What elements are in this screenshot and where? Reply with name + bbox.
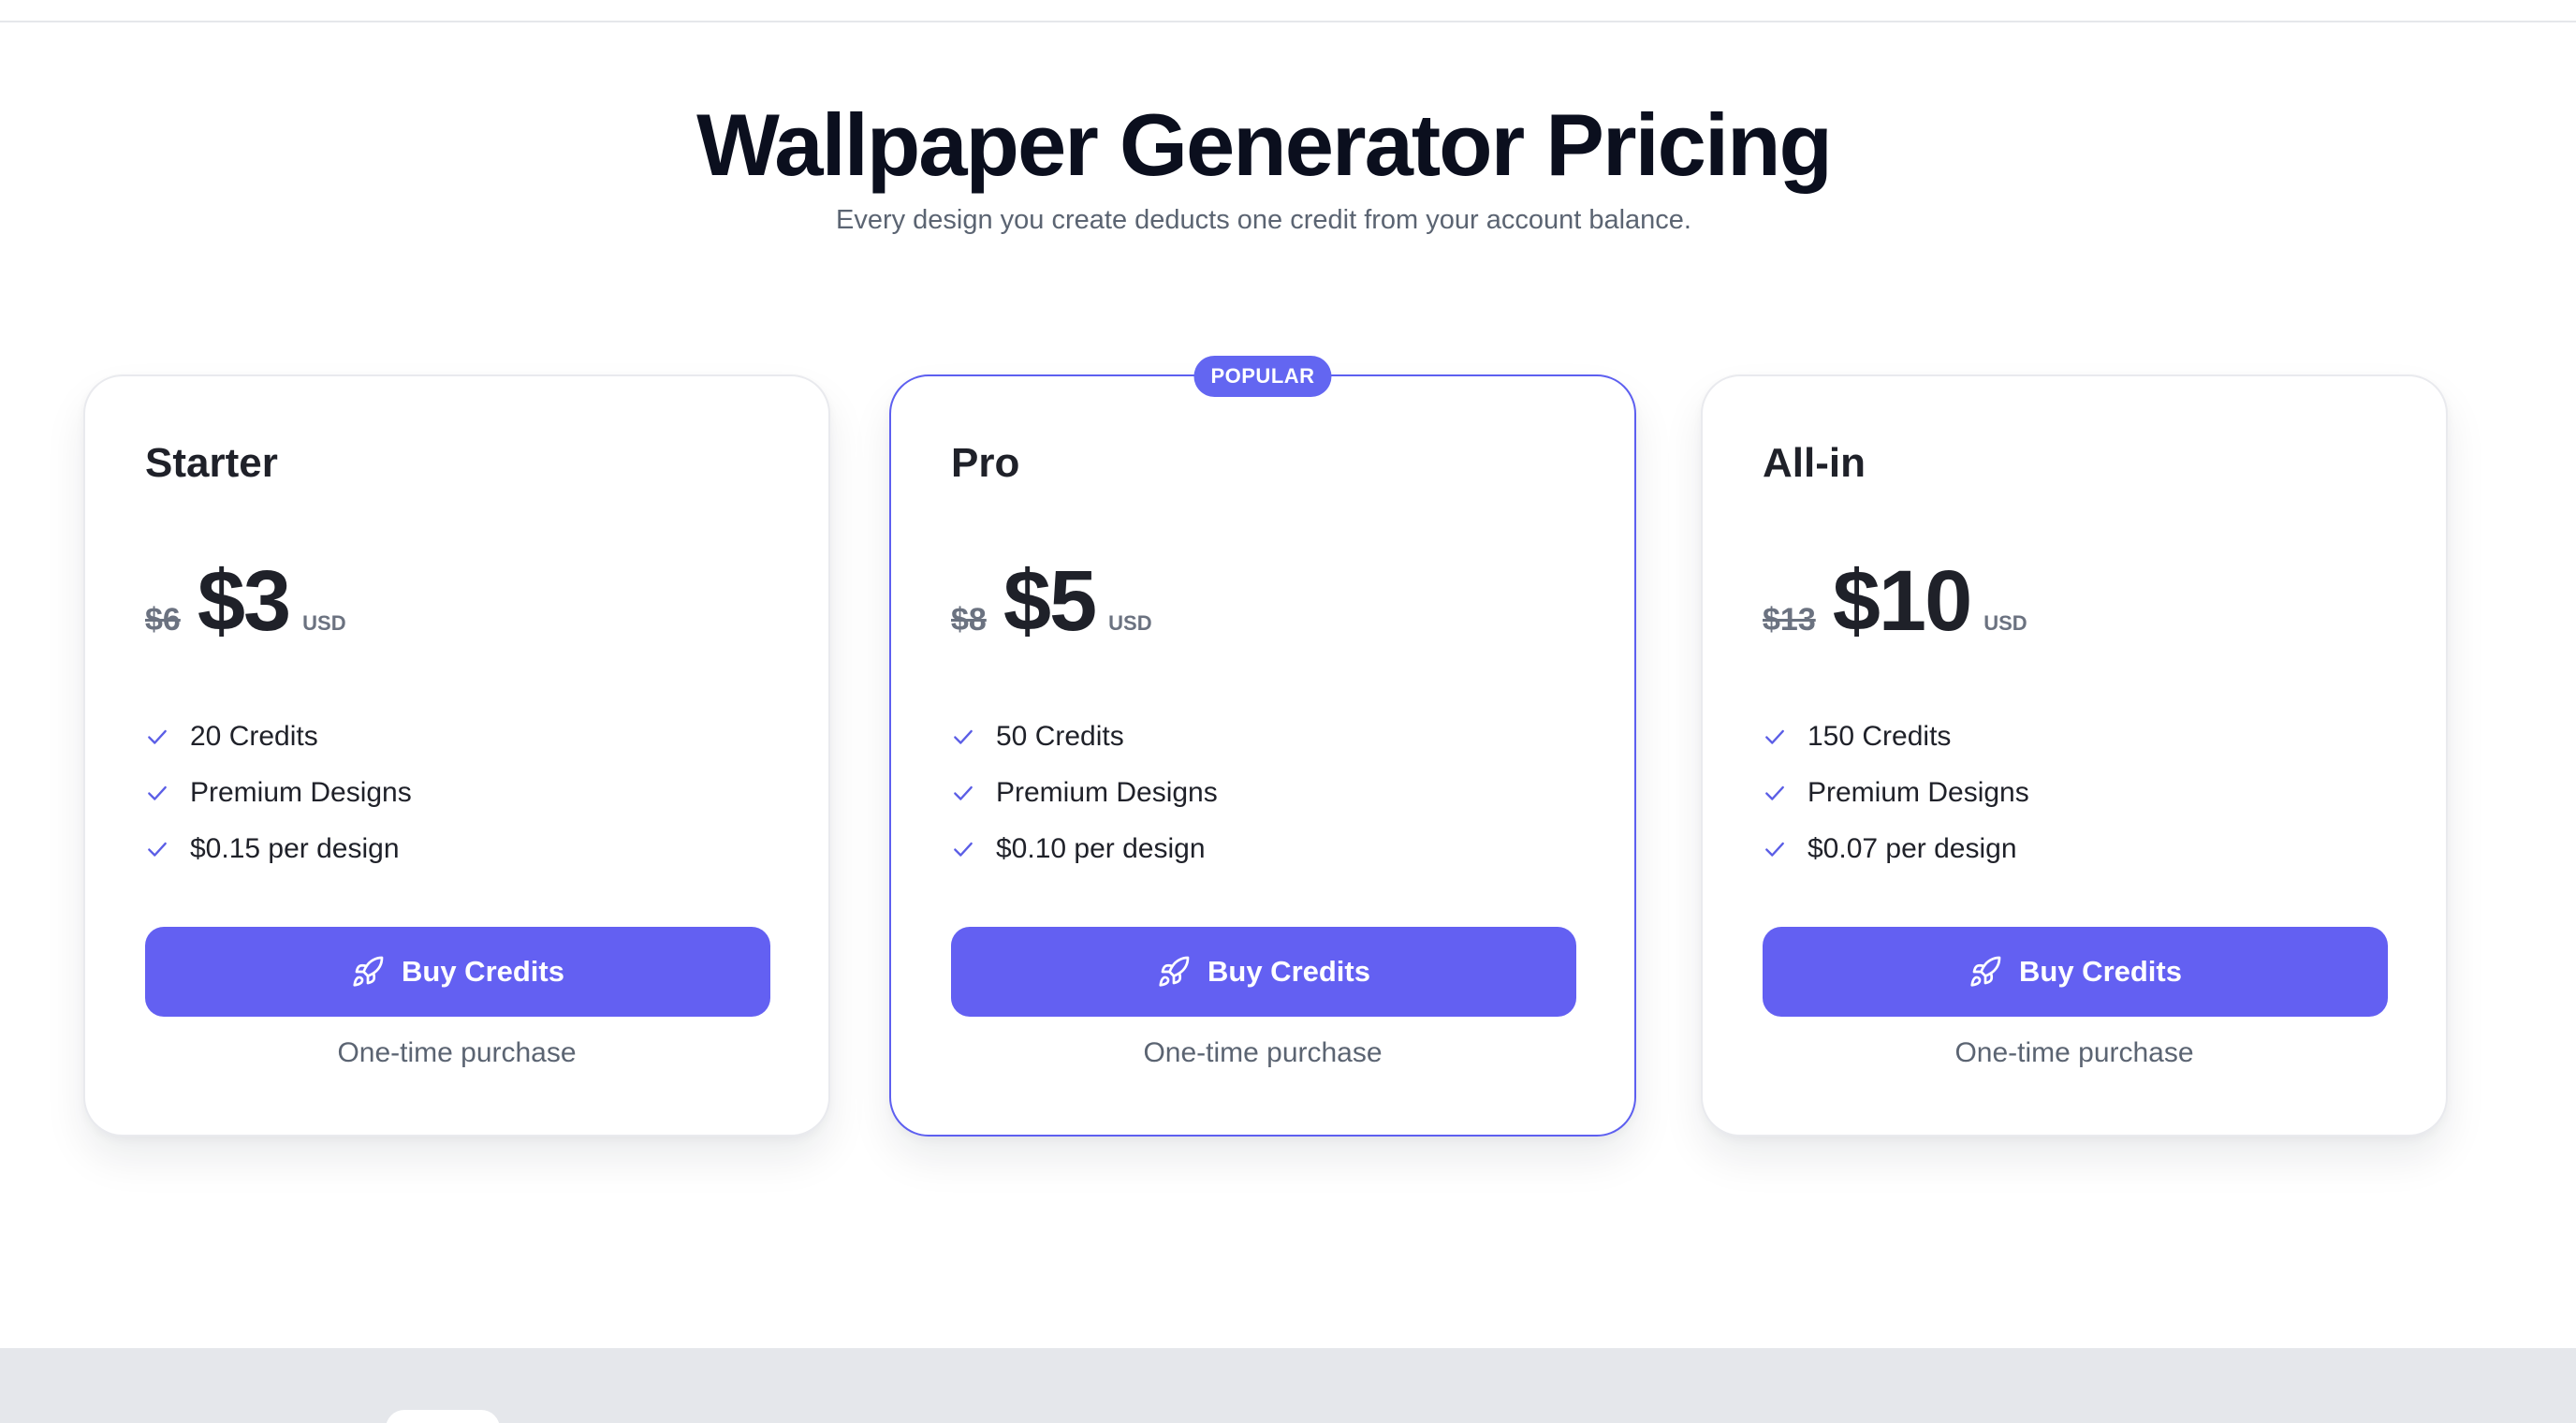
feature-item: Premium Designs xyxy=(145,765,412,821)
feature-item: $0.07 per design xyxy=(1763,821,2029,877)
buy-credits-button[interactable]: Buy Credits xyxy=(951,927,1576,1017)
popular-badge: POPULAR xyxy=(1193,356,1332,397)
purchase-note: One-time purchase xyxy=(337,1037,577,1068)
footer-logo xyxy=(386,1410,500,1423)
feature-list: 20 Credits Premium Designs $0.15 per des… xyxy=(145,709,412,877)
page-title: Wallpaper Generator Pricing xyxy=(696,95,1833,194)
currency-label: USD xyxy=(1983,611,2027,635)
buy-button-label: Buy Credits xyxy=(2019,955,2182,988)
feature-item: Premium Designs xyxy=(1763,765,2029,821)
page-subtitle: Every design you create deducts one cred… xyxy=(835,205,1691,235)
feature-item: $0.15 per design xyxy=(145,821,412,877)
feature-list: 150 Credits Premium Designs $0.07 per de… xyxy=(1763,709,2029,877)
rocket-icon xyxy=(353,956,384,987)
rocket-icon xyxy=(1159,956,1190,987)
buy-button-label: Buy Credits xyxy=(402,955,564,988)
buy-button-label: Buy Credits xyxy=(1208,955,1370,988)
feature-label: 50 Credits xyxy=(996,721,1124,752)
plan-name: Pro xyxy=(951,440,1020,486)
plan-name: Starter xyxy=(145,440,278,486)
plan-card-pro: POPULAR Pro $8 $5 USD 50 Credits Premium… xyxy=(889,356,1636,1137)
feature-label: $0.15 per design xyxy=(190,833,400,864)
top-divider xyxy=(0,21,2576,22)
feature-item: 50 Credits xyxy=(951,709,1218,765)
original-price: $6 xyxy=(145,602,181,638)
pricing-page: Wallpaper Generator Pricing Every design… xyxy=(0,0,2576,1423)
check-icon xyxy=(1765,729,1784,744)
check-icon xyxy=(1765,785,1784,800)
feature-item: Premium Designs xyxy=(951,765,1218,821)
feature-label: 150 Credits xyxy=(1808,721,1952,752)
feature-label: $0.07 per design xyxy=(1808,833,2017,864)
feature-label: $0.10 per design xyxy=(996,833,1206,864)
feature-label: Premium Designs xyxy=(996,777,1218,808)
buy-credits-button[interactable]: Buy Credits xyxy=(145,927,770,1017)
currency-label: USD xyxy=(1108,611,1152,635)
sale-price: $10 xyxy=(1832,553,1972,649)
sale-price: $5 xyxy=(1003,553,1097,649)
purchase-note: One-time purchase xyxy=(1954,1037,2194,1068)
price-row: $8 $5 USD xyxy=(951,552,1152,651)
plan-name: All-in xyxy=(1763,440,1866,486)
price-row: $6 $3 USD xyxy=(145,552,346,651)
feature-label: 20 Credits xyxy=(190,721,318,752)
currency-label: USD xyxy=(302,611,346,635)
feature-label: Premium Designs xyxy=(190,777,412,808)
check-icon xyxy=(148,729,167,744)
feature-item: 20 Credits xyxy=(145,709,412,765)
price-row: $13 $10 USD xyxy=(1763,552,2027,651)
rocket-icon xyxy=(1970,956,2001,987)
plan-card-starter: Starter $6 $3 USD 20 Credits Premium Des… xyxy=(83,374,830,1137)
feature-item: 150 Credits xyxy=(1763,709,2029,765)
check-icon xyxy=(954,785,973,800)
check-icon xyxy=(1765,842,1784,857)
purchase-note: One-time purchase xyxy=(1143,1037,1383,1068)
original-price: $8 xyxy=(951,602,987,638)
site-footer xyxy=(0,1348,2576,1423)
check-icon xyxy=(148,785,167,800)
plan-card-all-in: All-in $13 $10 USD 150 Credits Premium D… xyxy=(1701,374,2448,1137)
pricing-header: Wallpaper Generator Pricing Every design… xyxy=(0,89,2527,239)
feature-list: 50 Credits Premium Designs $0.10 per des… xyxy=(951,709,1218,877)
check-icon xyxy=(148,842,167,857)
feature-item: $0.10 per design xyxy=(951,821,1218,877)
check-icon xyxy=(954,729,973,744)
check-icon xyxy=(954,842,973,857)
original-price: $13 xyxy=(1763,602,1816,638)
feature-label: Premium Designs xyxy=(1808,777,2029,808)
buy-credits-button[interactable]: Buy Credits xyxy=(1763,927,2388,1017)
sale-price: $3 xyxy=(197,553,291,649)
